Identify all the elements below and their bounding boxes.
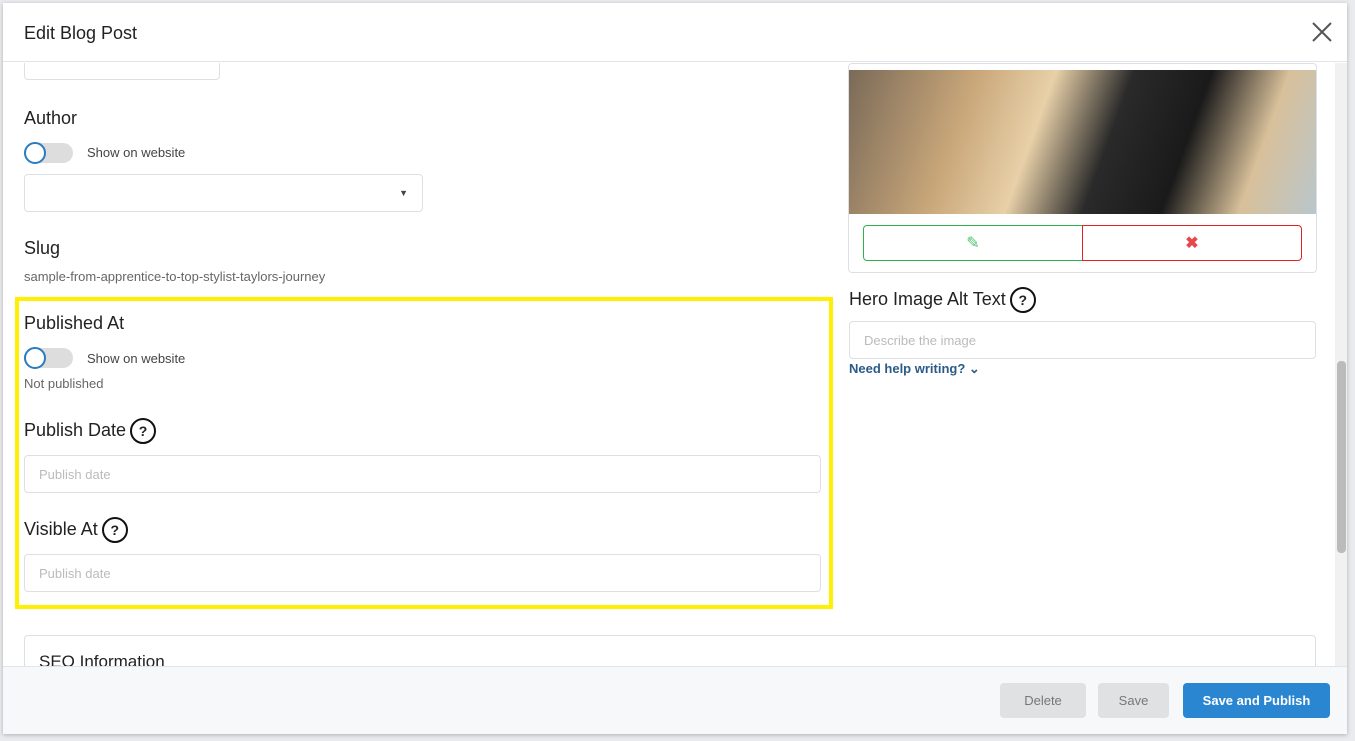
visible-at-input[interactable]: Publish date <box>24 554 821 592</box>
edit-blog-post-modal: Edit Blog Post Author Show on website ▼ … <box>3 3 1347 734</box>
visible-at-label: Visible At? <box>24 517 128 543</box>
published-status: Not published <box>24 376 104 391</box>
publish-date-input[interactable]: Publish date <box>24 455 821 493</box>
remove-image-button[interactable]: ✖ <box>1082 225 1302 261</box>
help-icon[interactable]: ? <box>101 517 128 543</box>
published-show-toggle[interactable] <box>24 347 73 369</box>
edit-icon: ✎ <box>966 235 980 252</box>
modal-header: Edit Blog Post <box>3 3 1347 62</box>
published-at-label: Published At <box>24 313 125 333</box>
close-icon[interactable] <box>1311 21 1333 43</box>
author-toggle-label: Show on website <box>87 145 186 160</box>
modal-body: Author Show on website ▼ Slug sample-fro… <box>3 63 1347 666</box>
help-icon[interactable]: ? <box>130 418 157 444</box>
seo-title: SEO Information <box>39 652 165 666</box>
author-label: Author <box>24 108 78 128</box>
seo-section[interactable]: SEO Information <box>24 635 1316 666</box>
delete-button[interactable]: Delete <box>1000 683 1086 718</box>
publish-date-label: Publish Date? <box>24 418 157 444</box>
close-icon: ✖ <box>1185 235 1199 252</box>
edit-image-button[interactable]: ✎ <box>863 225 1083 261</box>
modal-footer: Delete Save Save and Publish <box>3 666 1347 734</box>
chevron-down-icon: ⌄ <box>968 361 980 376</box>
modal-title: Edit Blog Post <box>24 23 138 43</box>
scrollbar[interactable] <box>1335 63 1347 666</box>
chevron-down-icon: ▼ <box>399 188 408 198</box>
author-show-toggle[interactable] <box>24 142 73 164</box>
slug-value: sample-from-apprentice-to-top-stylist-ta… <box>24 269 326 284</box>
author-select[interactable]: ▼ <box>24 174 423 212</box>
published-toggle-label: Show on website <box>87 351 186 366</box>
slug-label: Slug <box>24 238 61 258</box>
hero-alt-label: Hero Image Alt Text? <box>849 287 1036 313</box>
save-and-publish-button[interactable]: Save and Publish <box>1183 683 1330 718</box>
need-help-link[interactable]: Need help writing? ⌄ <box>849 361 980 377</box>
hero-image <box>849 70 1316 214</box>
previous-field-input[interactable] <box>24 63 220 80</box>
help-icon[interactable]: ? <box>1009 287 1036 313</box>
hero-alt-input[interactable]: Describe the image <box>849 321 1316 359</box>
save-button[interactable]: Save <box>1098 683 1169 718</box>
